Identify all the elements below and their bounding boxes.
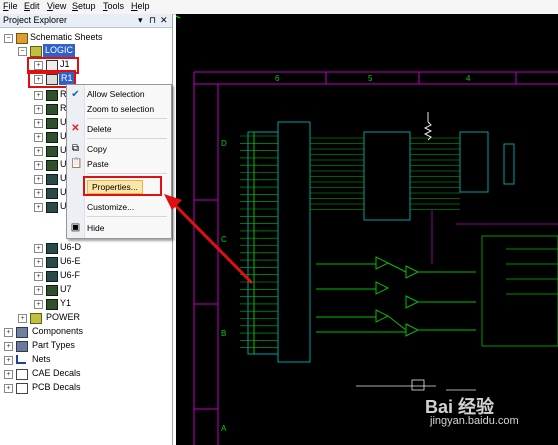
tree-label: U7	[60, 284, 72, 294]
panel-title: Project Explorer	[3, 15, 68, 25]
checkmark-icon: ✔	[71, 89, 80, 100]
nets-icon	[16, 355, 26, 364]
paste-icon: 📋	[70, 158, 83, 169]
column-4: 4	[466, 74, 471, 83]
highlight-properties	[83, 176, 162, 196]
tree-label: Nets	[32, 354, 51, 364]
menu-item-zoom-to-selection[interactable]: Zoom to selection	[87, 103, 154, 115]
watermark-url: jingyan.baidu.com	[430, 415, 519, 427]
row-d: D	[221, 139, 227, 148]
context-menu: ✔ Allow Selection Zoom to selection ✕ De…	[66, 84, 172, 239]
row-a: A	[221, 424, 227, 433]
panel-pin-icon[interactable]: ⊓	[149, 15, 156, 26]
menu-item-copy[interactable]: Copy	[87, 143, 107, 155]
menu-tools[interactable]: Tools	[103, 1, 124, 11]
expand-icon[interactable]: +	[4, 370, 13, 379]
menu-edit[interactable]: Edit	[24, 1, 40, 11]
expand-icon[interactable]: +	[34, 133, 43, 142]
expand-icon[interactable]: +	[34, 189, 43, 198]
expand-icon[interactable]: +	[34, 61, 43, 70]
tree-label: PCB Decals	[32, 382, 81, 392]
cae-decals-icon	[16, 369, 28, 380]
delete-icon: ✕	[71, 123, 80, 134]
chip-icon	[46, 118, 58, 129]
tree-label: LOGIC	[43, 44, 76, 57]
chip-icon	[46, 160, 58, 171]
gate-icon	[46, 271, 58, 282]
expand-icon[interactable]: +	[18, 314, 27, 323]
panel-dropdown-icon[interactable]: ▾	[138, 15, 143, 26]
hide-icon: ▣	[70, 222, 81, 233]
chip-icon	[46, 104, 58, 115]
part-types-icon	[16, 341, 28, 352]
schematic-drawing: 6 5 4 D C B A	[176, 14, 558, 445]
expand-icon[interactable]: +	[4, 356, 13, 365]
gate-icon	[46, 243, 58, 254]
expand-icon[interactable]: +	[4, 384, 13, 393]
row-c: C	[221, 235, 227, 244]
chip-icon	[46, 132, 58, 143]
expand-icon[interactable]: +	[34, 147, 43, 156]
menu-help[interactable]: Help	[131, 1, 150, 11]
expand-icon[interactable]: +	[34, 258, 43, 267]
chip-icon	[46, 285, 58, 296]
row-b: B	[221, 329, 226, 338]
collapse-icon[interactable]: −	[18, 47, 27, 56]
gate-icon	[46, 188, 58, 199]
gate-icon	[46, 174, 58, 185]
menu-item-customize[interactable]: Customize...	[87, 201, 134, 213]
panel-title-bar: Project Explorer ▾ ⊓ ✕	[0, 14, 172, 28]
pcb-decals-icon	[16, 383, 28, 394]
expand-icon[interactable]: +	[34, 244, 43, 253]
tree-label: U6-D	[60, 242, 82, 252]
expand-icon[interactable]: +	[34, 105, 43, 114]
tree-label: Components	[32, 326, 84, 336]
sheet-icon	[30, 46, 42, 57]
chip-icon	[46, 146, 58, 157]
menu-view[interactable]: View	[47, 1, 66, 11]
column-6: 6	[275, 74, 280, 83]
menu-separator	[87, 138, 167, 139]
components-icon	[16, 327, 28, 338]
tree-label: Part Types	[32, 340, 75, 350]
menu-item-delete[interactable]: Delete	[87, 123, 112, 135]
expand-icon[interactable]: +	[34, 286, 43, 295]
panel-close-icon[interactable]: ✕	[160, 15, 168, 26]
tree-label: U6-E	[60, 256, 81, 266]
menu-separator	[87, 118, 167, 119]
expand-icon[interactable]: +	[34, 119, 43, 128]
menu-item-hide[interactable]: Hide	[87, 222, 104, 234]
tree-label: CAE Decals	[32, 368, 81, 378]
menu-item-paste[interactable]: Paste	[87, 158, 109, 170]
menu-file[interactable]: File	[3, 1, 18, 11]
tree-label: U6-F	[60, 270, 80, 280]
collapse-icon[interactable]: −	[4, 34, 13, 43]
sheet-icon	[30, 313, 42, 324]
copy-icon: ⧉	[71, 143, 80, 154]
schematic-canvas[interactable]: 6 5 4 D C B A	[176, 14, 558, 445]
expand-icon[interactable]: +	[4, 328, 13, 337]
tree-label: Y1	[60, 298, 72, 308]
chip-icon	[46, 90, 58, 101]
menu-bar: File Edit View Setup Tools Help	[0, 0, 558, 15]
expand-icon[interactable]: +	[4, 342, 13, 351]
gate-icon	[46, 257, 58, 268]
expand-icon[interactable]: +	[34, 175, 43, 184]
gate-icon	[46, 202, 58, 213]
menu-item-allow-selection[interactable]: Allow Selection	[87, 88, 145, 100]
folder-icon	[16, 33, 28, 44]
tree-label: Schematic Sheets	[30, 32, 103, 42]
tree-label: POWER	[46, 312, 81, 322]
expand-icon[interactable]: +	[34, 203, 43, 212]
menu-separator	[87, 173, 167, 174]
crystal-icon	[46, 299, 58, 310]
expand-icon[interactable]: +	[34, 161, 43, 170]
expand-icon[interactable]: +	[34, 272, 43, 281]
column-5: 5	[368, 74, 373, 83]
expand-icon[interactable]: +	[34, 300, 43, 309]
menu-separator	[87, 216, 167, 217]
menu-setup[interactable]: Setup	[72, 1, 96, 11]
expand-icon[interactable]: +	[34, 91, 43, 100]
